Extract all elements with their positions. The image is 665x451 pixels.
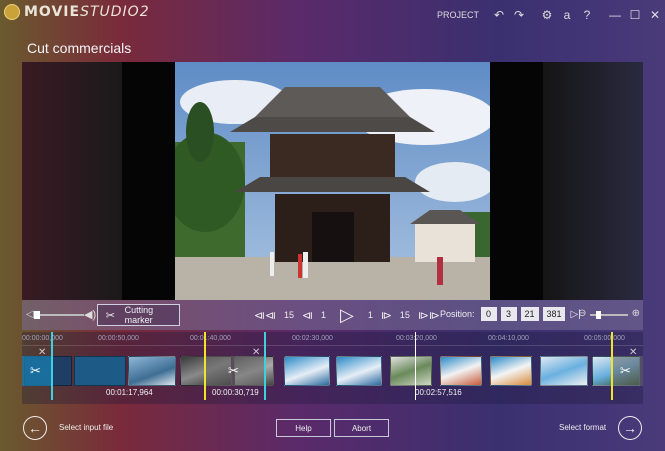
ruler-tick: 00:05:00,000 (584, 335, 625, 342)
ruler-tick: 00:04:10,000 (488, 335, 529, 342)
thumbnail (390, 356, 432, 386)
volume-slider-handle[interactable] (34, 311, 40, 319)
ruler-tick: 00:00:50,000 (98, 335, 139, 342)
logo-badge-icon (4, 4, 20, 20)
thumbnail (540, 356, 588, 386)
step-back-label: 1 (321, 310, 327, 320)
abort-button[interactable]: Abort (334, 419, 389, 437)
cut-timecode: 00:00:30,719 (212, 388, 259, 397)
zoom-in-icon[interactable]: ⊕ (632, 308, 640, 319)
zoom-handle[interactable] (596, 311, 601, 319)
position-minutes[interactable]: 3 (500, 307, 517, 321)
position-hours[interactable]: 0 (480, 307, 497, 321)
help-button[interactable]: Help (276, 419, 331, 437)
timeline-ruler: 00:00:00,000 00:00:50,000 00:01:40,000 0… (22, 332, 643, 346)
ruler-tick: 00:01:40,000 (190, 335, 231, 342)
delete-cut-icon[interactable]: ✕ (38, 347, 46, 358)
thumbnail (440, 356, 482, 386)
logo-movie: MOVIE (24, 4, 81, 20)
minimize-icon[interactable]: — (608, 8, 622, 22)
cut-marker-end[interactable] (611, 332, 613, 400)
skip-back-15-label: 15 (284, 310, 295, 320)
scissors-icon: ✂ (105, 309, 115, 322)
ruler-tick: 00:00:00,000 (22, 335, 63, 342)
volume-slider[interactable] (38, 314, 84, 316)
app-logo: MOVIESTUDIO2 (4, 4, 150, 20)
thumbnail (128, 356, 176, 386)
page-title: Cut commercials (27, 40, 132, 56)
timeline[interactable]: 00:00:00,000 00:00:50,000 00:01:40,000 0… (22, 332, 643, 404)
project-menu[interactable]: PROJECT (437, 10, 479, 20)
cut-marker-start[interactable] (51, 332, 53, 400)
scissors-icon[interactable]: ✂ (30, 363, 41, 379)
playback-controls: ◁ ◀) ✂ Cutting marker ⧏⧏ 15 ⧏ 1 ▷ 1 ⧐ 15… (22, 300, 643, 330)
logo-version: 2 (139, 4, 150, 20)
logo-text: MOVIESTUDIO2 (24, 4, 150, 20)
position-seconds[interactable]: 21 (520, 307, 539, 321)
select-format-label[interactable]: Select format (559, 423, 606, 432)
mute-icon[interactable]: ◁ (26, 309, 34, 320)
redo-icon[interactable]: ↷ (512, 8, 526, 22)
skip-back-15-icon[interactable]: ⧏⧏ (254, 309, 276, 322)
logo-studio: STUDIO (80, 4, 140, 20)
skip-forward-15-icon[interactable]: ⧐⧐ (418, 309, 440, 322)
thumbnail (336, 356, 382, 386)
position-milliseconds[interactable]: 381 (542, 307, 565, 321)
zoom-slider[interactable]: ⊖ ⊕ (578, 308, 640, 322)
step-fwd-label: 1 (367, 310, 373, 320)
cut-marker-end[interactable] (204, 332, 206, 400)
help-button-label: Help (295, 423, 312, 433)
thumbnail-track[interactable] (22, 356, 643, 386)
volume-max-icon[interactable]: ◀) (84, 308, 96, 321)
delete-cut-icon[interactable]: ✕ (252, 347, 260, 358)
ruler-tick: 00:02:30,000 (292, 335, 333, 342)
thumbnail (284, 356, 330, 386)
cut-timecode: 00:02:57,516 (415, 388, 462, 397)
help-icon[interactable]: ? (580, 8, 594, 22)
back-arrow-icon[interactable]: ← (23, 416, 47, 440)
ruler-tick: 00:03:20,000 (396, 335, 437, 342)
settings-icon[interactable]: ⚙ (540, 8, 554, 22)
navigation-controls: ⧏⧏ 15 ⧏ 1 ▷ 1 ⧐ 15 ⧐⧐ (250, 305, 444, 326)
video-preview (22, 62, 643, 300)
undo-icon[interactable]: ↶ (492, 8, 506, 22)
maximize-icon[interactable]: ☐ (628, 8, 642, 22)
preview-left-panel (22, 62, 122, 300)
step-forward-icon[interactable]: ⧐ (381, 309, 392, 322)
cutting-marker-label: Cutting marker (124, 305, 154, 325)
video-frame-image (175, 62, 490, 300)
zoom-out-icon[interactable]: ⊖ (578, 308, 586, 319)
step-back-icon[interactable]: ⧏ (302, 309, 313, 322)
titlebar-controls: PROJECT ↶ ↷ ⚙ a ? — ☐ ✕ (437, 6, 665, 24)
cut-timecode: 00:01:17,964 (106, 388, 153, 397)
position-label: Position: (440, 309, 475, 319)
scissors-icon[interactable]: ✂ (620, 363, 631, 379)
thumbnail (74, 356, 126, 386)
cut-marker-start[interactable] (264, 332, 266, 400)
play-icon[interactable]: ▷ (340, 305, 354, 326)
skip-fwd-15-label: 15 (399, 310, 410, 320)
delete-cut-icon[interactable]: ✕ (629, 347, 637, 358)
thumbnail (490, 356, 532, 386)
select-input-file-label[interactable]: Select input file (59, 423, 113, 432)
title-bar: MOVIESTUDIO2 PROJECT ↶ ↷ ⚙ a ? — ☐ ✕ (0, 0, 665, 30)
preview-right-panel (543, 62, 643, 300)
position-display: Position: 0 3 21 381 ▷| (440, 307, 581, 321)
scissors-icon[interactable]: ✂ (228, 363, 239, 379)
cutting-marker-button[interactable]: ✂ Cutting marker (97, 304, 180, 326)
abort-button-label: Abort (351, 423, 372, 433)
font-icon[interactable]: a (560, 8, 574, 22)
next-arrow-icon[interactable]: → (618, 416, 642, 440)
close-icon[interactable]: ✕ (648, 8, 662, 22)
